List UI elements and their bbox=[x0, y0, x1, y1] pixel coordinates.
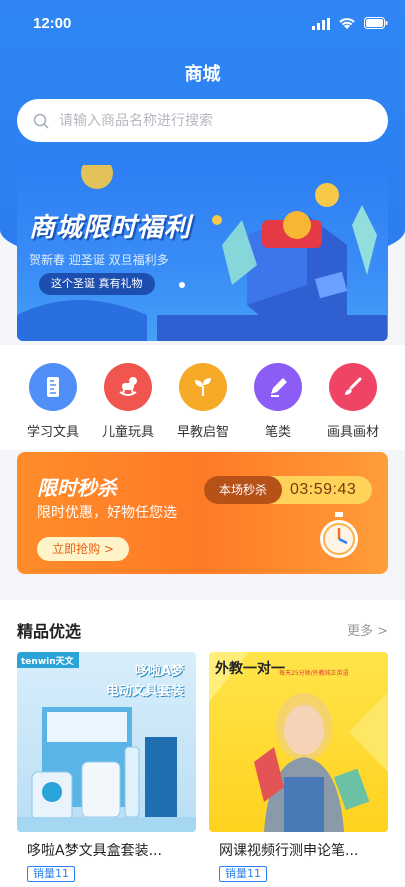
countdown-timer: 本场秒杀 03:59:43 bbox=[204, 476, 372, 504]
banner-title: 商城限时福利 bbox=[29, 213, 192, 243]
search-input[interactable] bbox=[59, 112, 388, 129]
promo-banner[interactable]: 商城限时福利 贺新春 迎圣诞 双旦福利多 这个圣诞 真有礼物 bbox=[17, 165, 388, 341]
timer-label: 本场秒杀 bbox=[204, 476, 282, 504]
product-image-subtitle: 电动文具套装 bbox=[105, 684, 184, 699]
category-item-art[interactable]: 画具画材 bbox=[315, 363, 391, 440]
page-title: 商城 bbox=[184, 64, 221, 85]
product-image: 外教一对一 每天25分钟/外教纯正英语 bbox=[209, 652, 388, 832]
category-item-toys[interactable]: 儿童玩具 bbox=[90, 363, 166, 440]
more-link[interactable]: 更多 > bbox=[347, 620, 388, 639]
signal-icon bbox=[312, 18, 330, 30]
product-name: 网课视频行测申论笔... bbox=[219, 843, 359, 859]
category-item-early-edu[interactable]: 早教启智 bbox=[165, 363, 241, 440]
section-title: 精品优选 bbox=[17, 622, 82, 641]
product-image-title: 哆啦A梦 bbox=[134, 664, 184, 679]
pen-icon bbox=[254, 363, 302, 411]
rocking-horse-icon bbox=[104, 363, 152, 411]
category-label: 儿童玩具 bbox=[101, 425, 154, 440]
banner-pill: 这个圣诞 真有礼物 bbox=[39, 273, 155, 295]
category-label: 画具画材 bbox=[326, 425, 379, 440]
buy-now-button[interactable]: 立即抢购 > bbox=[37, 537, 129, 561]
sales-badge: 销量11 bbox=[219, 866, 267, 882]
category-label: 学习文具 bbox=[26, 425, 79, 440]
category-item-study[interactable]: 学习文具 bbox=[15, 363, 91, 440]
product-image-subtitle: 每天25分钟/外教纯正英语 bbox=[279, 670, 349, 677]
search-icon bbox=[33, 113, 49, 129]
flash-sale-subtitle: 限时优惠，好物任您选 bbox=[37, 505, 177, 521]
product-image: tenwin天文 哆啦A梦 电动文具套装 bbox=[17, 652, 196, 832]
timer-value: 03:59:43 bbox=[290, 481, 357, 498]
product-card[interactable]: 外教一对一 每天25分钟/外教纯正英语 网课视频行测申论笔... 销量11 bbox=[209, 652, 388, 882]
status-bar: 12:00 bbox=[0, 0, 405, 48]
product-name: 哆啦A梦文具盒套装... bbox=[27, 843, 162, 859]
category-item-pens[interactable]: 笔类 bbox=[240, 363, 316, 440]
status-time: 12:00 bbox=[33, 15, 72, 32]
product-card[interactable]: tenwin天文 哆啦A梦 电动文具套装 哆啦A梦文具盒套装... 销量11 bbox=[17, 652, 196, 882]
category-label: 早教启智 bbox=[176, 425, 229, 440]
search-bar[interactable] bbox=[17, 99, 388, 142]
sales-badge: 销量11 bbox=[27, 866, 75, 882]
battery-icon bbox=[364, 17, 388, 29]
sprout-icon bbox=[179, 363, 227, 411]
brush-icon bbox=[329, 363, 377, 411]
banner-subtitle: 贺新春 迎圣诞 双旦福利多 bbox=[29, 253, 169, 267]
product-image-brand: tenwin天文 bbox=[21, 657, 74, 667]
ruler-icon bbox=[29, 363, 77, 411]
flash-sale-title: 限时秒杀 bbox=[37, 476, 117, 500]
stopwatch-icon bbox=[320, 512, 358, 558]
wifi-icon bbox=[339, 18, 355, 29]
product-image-title: 外教一对一 bbox=[215, 661, 285, 677]
category-label: 笔类 bbox=[264, 425, 291, 440]
featured-section: 精品优选 更多 > tenwin天文 哆啦A梦 电动文具套装 哆啦A梦文具盒套装… bbox=[0, 600, 405, 887]
flash-sale-card[interactable]: 限时秒杀 限时优惠，好物任您选 立即抢购 > 本场秒杀 03:59:43 bbox=[17, 452, 388, 574]
category-row: 学习文具 儿童玩具 早教启智 笔类 画具画材 bbox=[0, 345, 405, 450]
